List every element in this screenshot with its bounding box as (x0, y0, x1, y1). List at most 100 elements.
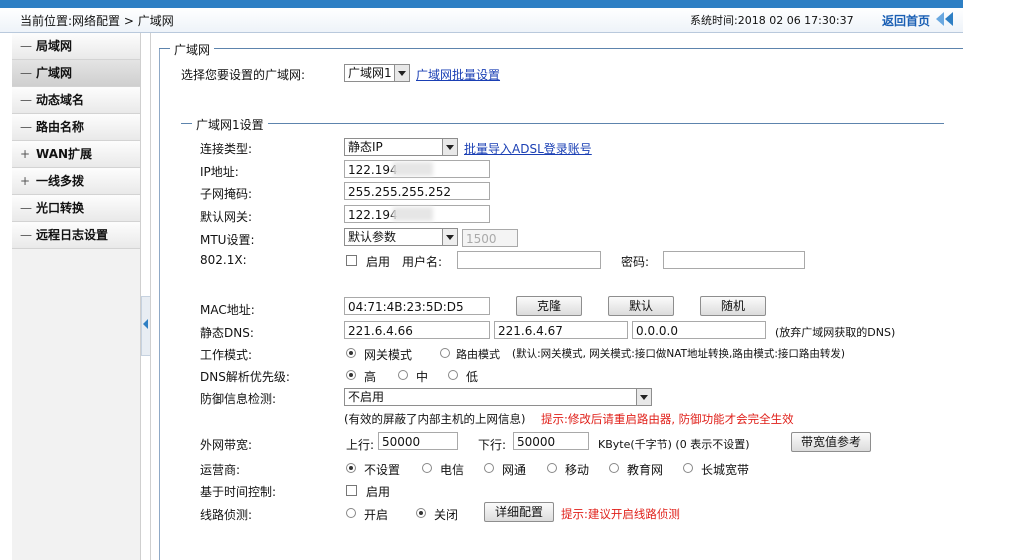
dns3-field[interactable]: 0.0.0.0 (632, 321, 766, 339)
isp-netcom-label: 网通 (502, 463, 527, 477)
sidebar-item-wan-extend[interactable]: + WAN扩展 (12, 141, 140, 168)
isp-label: 运营商: (200, 463, 241, 477)
username-label: 用户名: (402, 255, 443, 269)
isp-mobile-label: 移动 (565, 463, 590, 477)
mtu-label: MTU设置: (200, 233, 255, 247)
download-field[interactable]: 50000 (513, 432, 589, 450)
username-field[interactable] (457, 251, 601, 269)
wan-select-label: 选择您要设置的广域网: (181, 68, 306, 82)
header-bar: 当前位置:网络配置 > 广域网 系统时间:2018 02 06 17:30:37… (0, 8, 963, 33)
password-label: 密码: (621, 255, 650, 269)
conn-type-value: 静态IP (348, 140, 383, 154)
isp-none-radio[interactable] (346, 463, 356, 473)
time-control-label: 基于时间控制: (200, 485, 277, 499)
download-label: 下行: (478, 438, 507, 452)
sidebar-item-label: 一线多拨 (36, 174, 85, 188)
expand-icon: + (20, 147, 31, 161)
mask-field[interactable]: 255.255.255.252 (344, 182, 490, 200)
sidebar-item-multi-dial[interactable]: + 一线多拨 (12, 168, 140, 195)
ip-redaction (393, 162, 433, 176)
line-detect-on-radio[interactable] (346, 508, 356, 518)
sidebar-item-router-name[interactable]: — 路由名称 (12, 114, 140, 141)
sidebar: — 局域网 — 广域网 — 动态域名 — 路由名称 + WAN扩展 + 一线多拨 — 光口转换… (12, 33, 141, 560)
sidebar-item-label: 广域网 (36, 66, 73, 80)
collapse-icon: — (20, 93, 32, 107)
priority-high-label: 高 (364, 370, 377, 384)
dns2-field[interactable]: 221.6.4.67 (494, 321, 628, 339)
isp-telecom-label: 电信 (440, 463, 465, 477)
mac-field[interactable]: 04:71:4B:23:5D:D5 (344, 297, 490, 315)
priority-mid-label: 中 (416, 370, 429, 384)
defense-select[interactable]: 不启用 (344, 388, 652, 406)
detail-config-button[interactable]: 详细配置 (484, 502, 554, 522)
adsl-import-link[interactable]: 批量导入ADSL登录账号 (464, 140, 592, 157)
sidebar-item-lan[interactable]: — 局域网 (12, 33, 140, 60)
dot1x-checkbox[interactable] (346, 255, 357, 266)
password-field[interactable] (663, 251, 805, 269)
dot1x-enable-label: 启用 (366, 255, 391, 269)
mode-gateway-label: 网关模式 (364, 348, 413, 362)
mode-label: 工作模式: (200, 348, 253, 362)
conn-type-label: 连接类型: (200, 142, 253, 156)
line-detect-off-radio[interactable] (416, 508, 426, 518)
mtu-select[interactable]: 默认参数 (344, 228, 458, 246)
dns-label: 静态DNS: (200, 326, 254, 340)
wan-fieldset-border (159, 48, 963, 49)
mode-router-radio[interactable] (440, 348, 450, 358)
default-mac-button[interactable]: 默认 (608, 296, 674, 316)
sidebar-item-optical-port[interactable]: — 光口转换 (12, 195, 140, 222)
line-detect-hint: 提示:建议开启线路侦测 (561, 507, 680, 521)
time-control-checkbox[interactable] (346, 485, 357, 496)
isp-netcom-radio[interactable] (484, 463, 494, 473)
upload-label: 上行: (346, 438, 375, 452)
system-time: 系统时间:2018 02 06 17:30:37 (690, 14, 854, 27)
defense-note: (有效的屏蔽了内部主机的上网信息) (344, 412, 526, 426)
ip-label: IP地址: (200, 165, 239, 179)
line-detect-label: 线路侦测: (200, 508, 253, 522)
priority-low-radio[interactable] (448, 370, 458, 380)
isp-edu-radio[interactable] (609, 463, 619, 473)
random-mac-button[interactable]: 随机 (700, 296, 766, 316)
sidebar-item-wan[interactable]: — 广域网 (12, 60, 140, 87)
gateway-label: 默认网关: (200, 210, 253, 224)
clone-mac-button[interactable]: 克隆 (516, 296, 582, 316)
expand-icon: + (20, 174, 31, 188)
mode-gateway-radio[interactable] (346, 348, 356, 358)
dot1x-label: 802.1X: (200, 253, 247, 267)
priority-mid-radio[interactable] (398, 370, 408, 380)
priority-high-radio[interactable] (346, 370, 356, 380)
wan-select-value: 广域网1 (348, 66, 392, 80)
home-link[interactable]: 返回首页 (882, 12, 930, 29)
mode-note: (默认:网关模式, 网关模式:接口做NAT地址转换,路由模式:接口路由转发) (512, 348, 845, 360)
wan-batch-link[interactable]: 广域网批量设置 (416, 66, 500, 83)
chevron-down-icon (442, 229, 457, 245)
sidebar-item-remote-log[interactable]: — 远程日志设置 (12, 222, 140, 249)
collapse-icon: — (20, 120, 32, 134)
isp-telecom-radio[interactable] (422, 463, 432, 473)
chevron-down-icon (442, 139, 457, 155)
mac-label: MAC地址: (200, 303, 255, 317)
mask-label: 子网掩码: (200, 187, 253, 201)
sidebar-item-ddns[interactable]: — 动态域名 (12, 87, 140, 114)
isp-greatwall-radio[interactable] (683, 463, 693, 473)
isp-mobile-radio[interactable] (547, 463, 557, 473)
wan-select[interactable]: 广域网1 (344, 64, 410, 82)
conn-type-select[interactable]: 静态IP (344, 138, 458, 156)
priority-low-label: 低 (466, 370, 479, 384)
bandwidth-unit: KByte(千字节) (0 表示不设置) (598, 438, 750, 451)
wan1-fieldset-legend: 广域网1设置 (192, 116, 268, 133)
chevron-down-icon (636, 389, 651, 405)
dns-priority-label: DNS解析优先级: (200, 370, 290, 384)
mtu-field[interactable]: 1500 (462, 229, 518, 247)
wan-fieldset-legend: 广域网 (170, 41, 215, 58)
sidebar-item-label: 路由名称 (36, 120, 85, 134)
collapse-arrow-icon (143, 319, 148, 329)
sidebar-item-label: 局域网 (36, 39, 73, 53)
collapse-icon: — (20, 201, 32, 215)
bandwidth-reference-button[interactable]: 带宽值参考 (791, 432, 871, 452)
back-home-icon[interactable] (934, 10, 956, 28)
breadcrumb: 当前位置:网络配置 > 广域网 (20, 14, 174, 28)
upload-field[interactable]: 50000 (378, 432, 458, 450)
dns1-field[interactable]: 221.6.4.66 (344, 321, 490, 339)
gateway-redaction (393, 207, 433, 221)
